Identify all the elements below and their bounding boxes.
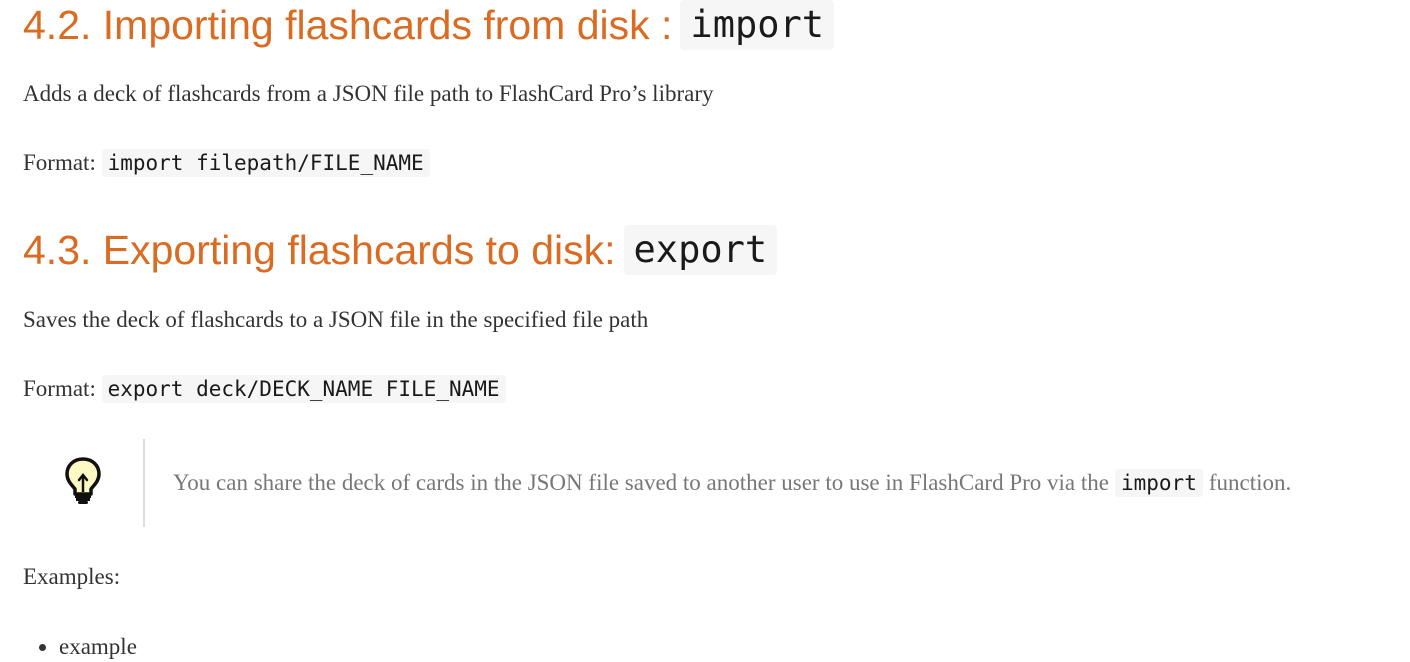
section-heading-text: 4.3. Exporting flashcards to disk:: [23, 227, 616, 273]
section-heading-import: 4.2. Importing flashcards from disk : im…: [23, 0, 835, 50]
heading-command-code: export: [623, 225, 778, 275]
section-description: Adds a deck of flashcards from a JSON fi…: [23, 81, 714, 106]
tip-code: import: [1114, 469, 1203, 497]
section-description: Saves the deck of flashcards to a JSON f…: [23, 307, 649, 332]
heading-command-code: import: [680, 0, 835, 50]
format-code: export deck/DECK_NAME FILE_NAME: [101, 375, 506, 403]
tip-icon-cell: [23, 439, 145, 527]
format-label: Format:: [23, 150, 96, 175]
tip-text-before: You can share the deck of cards in the J…: [173, 470, 1109, 495]
lightbulb-icon: [63, 456, 103, 511]
format-line: Format: import filepath/FILE_NAME: [23, 148, 430, 178]
examples-list: example: [23, 632, 137, 662]
tip-admonition: You can share the deck of cards in the J…: [23, 439, 1291, 527]
list-item: example: [59, 632, 137, 662]
tip-text-after: function.: [1208, 470, 1292, 495]
examples-label: Examples:: [23, 564, 121, 589]
format-code: import filepath/FILE_NAME: [101, 149, 430, 177]
format-line: Format: export deck/DECK_NAME FILE_NAME: [23, 374, 506, 404]
section-heading-text: 4.2. Importing flashcards from disk :: [23, 2, 673, 48]
tip-content: You can share the deck of cards in the J…: [145, 439, 1291, 527]
section-heading-export: 4.3. Exporting flashcards to disk: expor…: [23, 225, 778, 275]
format-label: Format:: [23, 376, 96, 401]
